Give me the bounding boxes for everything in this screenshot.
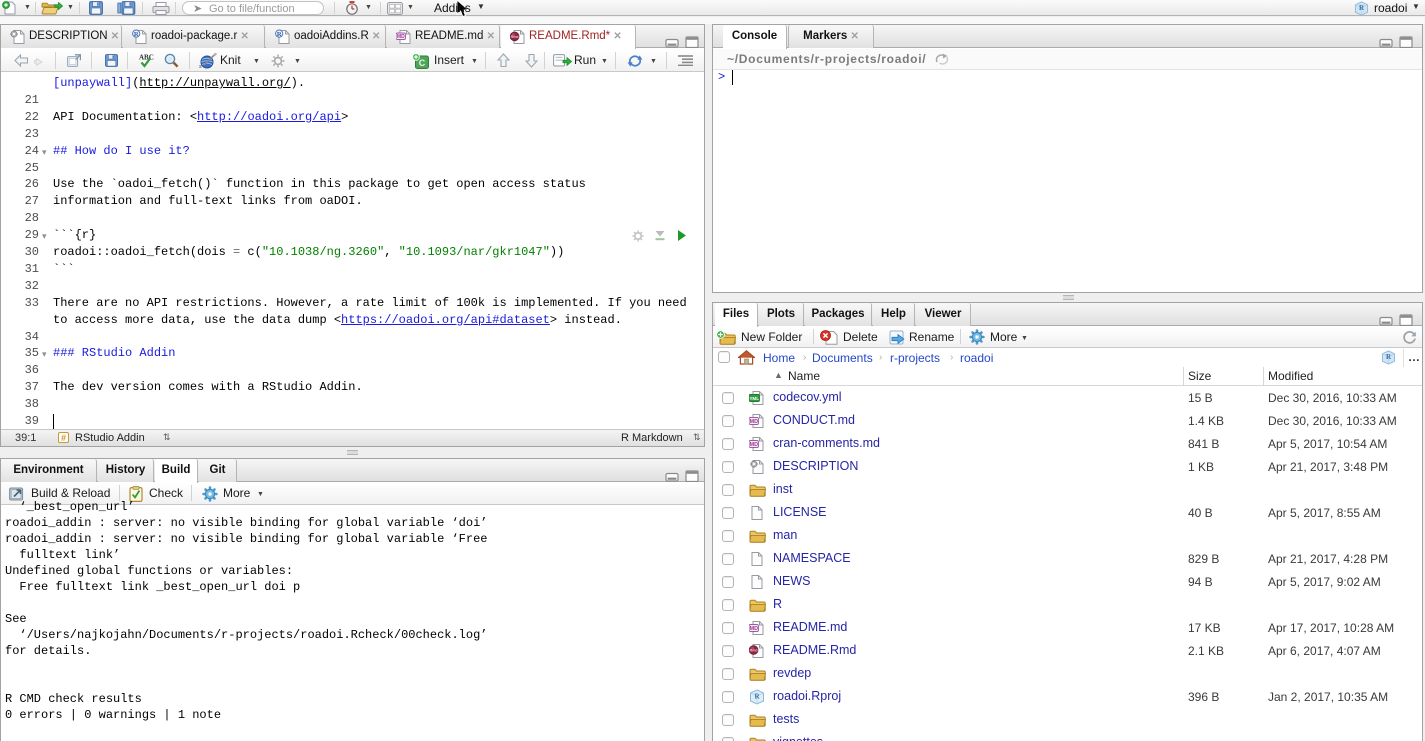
svg-text:MD: MD [397,34,405,40]
svg-text:Rmd: Rmd [750,649,758,653]
svg-text:s: s [199,64,202,69]
svg-text:Rmd: Rmd [511,35,519,39]
svg-text:MD: MD [750,442,758,448]
svg-text:YML: YML [749,396,759,401]
svg-text:C: C [419,58,426,68]
svg-text:R: R [277,31,282,38]
svg-text:MD: MD [750,419,758,425]
svg-text:ABC: ABC [139,54,154,62]
svg-text:MD: MD [750,626,758,632]
svg-text:R: R [134,31,139,38]
